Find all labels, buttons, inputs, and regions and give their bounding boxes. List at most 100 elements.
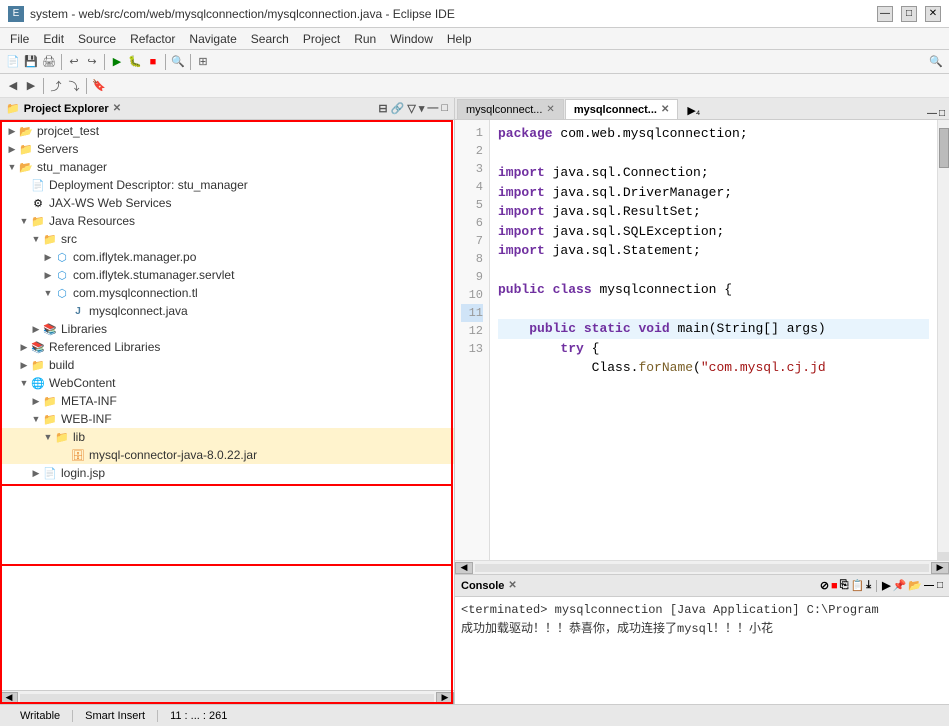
console-pin-icon[interactable]: 📌	[893, 579, 907, 592]
editor-tab-2[interactable]: mysqlconnect... ✕	[565, 99, 679, 119]
save-button[interactable]: 💾	[22, 53, 40, 71]
filter-icon[interactable]: ▽	[407, 102, 415, 115]
back-button[interactable]: ◀	[4, 77, 22, 95]
minimize-button[interactable]: —	[877, 6, 893, 22]
menu-project[interactable]: Project	[297, 30, 346, 48]
toolbar-sep-3	[165, 54, 166, 70]
project-tree[interactable]: ▶ 📂 projcet_test ▶ 📁 Servers ▼ 📂 stu_man…	[0, 120, 454, 690]
search-icon[interactable]: 🔍	[927, 53, 945, 71]
editor-minimize-icon[interactable]: —	[927, 108, 937, 119]
menu-source[interactable]: Source	[72, 30, 122, 48]
tree-item-pkg1[interactable]: ▶ ⬡ com.iflytek.manager.po	[0, 248, 454, 266]
menu-file[interactable]: File	[4, 30, 35, 48]
tree-arrow: ▶	[30, 396, 42, 407]
menu-run[interactable]: Run	[348, 30, 382, 48]
folder-icon: 📁	[42, 394, 58, 408]
tree-item-libraries[interactable]: ▶ 📚 Libraries	[0, 320, 454, 338]
scroll-right[interactable]: ▶	[436, 692, 454, 704]
console-minimize-icon[interactable]: —	[924, 580, 934, 591]
code-editor[interactable]: 1 2 3 4 5 6 7 8 9 10 11 12 13 package co…	[455, 120, 949, 560]
tree-item-servers[interactable]: ▶ 📁 Servers	[0, 140, 454, 158]
tree-arrow: ▶	[18, 342, 30, 353]
tab-close-1[interactable]: ✕	[546, 104, 554, 115]
tab-label-1: mysqlconnect...	[466, 104, 542, 116]
tree-item-projcet-test[interactable]: ▶ 📂 projcet_test	[0, 122, 454, 140]
status-insert-mode: Smart Insert	[73, 710, 158, 722]
tree-item-lib[interactable]: ▼ 📁 lib	[0, 428, 454, 446]
console-scroll-end-icon[interactable]: ⤓	[866, 579, 871, 592]
tree-item-meta-inf[interactable]: ▶ 📁 META-INF	[0, 392, 454, 410]
scrollbar-thumb[interactable]	[939, 128, 949, 168]
tree-item-deployment[interactable]: 📄 Deployment Descriptor: stu_manager	[0, 176, 454, 194]
console-paste-icon[interactable]: 📋	[851, 579, 865, 592]
maximize-button[interactable]: □	[901, 6, 917, 22]
debug-button[interactable]: 🐛	[126, 53, 144, 71]
horizontal-scroll-indicator	[938, 552, 949, 560]
navigate-button[interactable]: ⤴	[47, 77, 65, 95]
close-button[interactable]: ✕	[925, 6, 941, 22]
menu-search[interactable]: Search	[245, 30, 295, 48]
menu-refactor[interactable]: Refactor	[124, 30, 181, 48]
code-content[interactable]: package com.web.mysqlconnection; import …	[490, 120, 937, 560]
tab-overflow-button[interactable]: ▶₄	[683, 102, 704, 119]
editor-maximize-icon[interactable]: □	[939, 108, 945, 119]
console-header: Console ✕ ⊘ ■ ⎘ 📋 ⤓ ▶ 📌 📂 — □	[455, 575, 949, 597]
tree-item-build[interactable]: ▶ 📁 build	[0, 356, 454, 374]
console-maximize-icon[interactable]: □	[937, 580, 943, 591]
tree-label: com.iflytek.stumanager.servlet	[73, 268, 234, 282]
new-button[interactable]: 📄	[4, 53, 22, 71]
minimize-panel-icon[interactable]: —	[427, 102, 438, 115]
scroll-right-editor[interactable]: ▶	[931, 562, 949, 574]
tree-label: com.mysqlconnection.tl	[73, 286, 198, 300]
libraries-icon: 📚	[42, 322, 58, 336]
maximize-panel-icon[interactable]: □	[441, 102, 448, 115]
tab-close-2[interactable]: ✕	[661, 104, 669, 115]
editor-hscrollbar[interactable]: ◀ ▶	[455, 560, 949, 574]
view-menu-icon[interactable]: ▾	[419, 102, 425, 115]
tree-item-pkg2[interactable]: ▶ ⬡ com.iflytek.stumanager.servlet	[0, 266, 454, 284]
console-copy-icon[interactable]: ⎘	[840, 579, 849, 592]
undo-button[interactable]: ↩	[65, 53, 83, 71]
search-button[interactable]: 🔍	[169, 53, 187, 71]
menu-edit[interactable]: Edit	[37, 30, 70, 48]
tree-item-mysql-jar[interactable]: 🗄 mysql-connector-java-8.0.22.jar	[0, 446, 454, 464]
menu-help[interactable]: Help	[441, 30, 478, 48]
tree-item-stu-manager[interactable]: ▼ 📂 stu_manager	[0, 158, 454, 176]
scroll-track-editor[interactable]	[475, 564, 929, 572]
tree-item-pkg3[interactable]: ▼ ⬡ com.mysqlconnection.tl	[0, 284, 454, 302]
tree-item-src[interactable]: ▼ 📁 src	[0, 230, 454, 248]
tree-item-webcontent[interactable]: ▼ 🌐 WebContent	[0, 374, 454, 392]
scroll-track[interactable]	[20, 694, 434, 702]
tree-item-java-resources[interactable]: ▼ 📁 Java Resources	[0, 212, 454, 230]
forward-button[interactable]: ▶	[22, 77, 40, 95]
tree-scrollbar[interactable]: ◀ ▶	[0, 690, 454, 704]
scroll-left-editor[interactable]: ◀	[455, 562, 473, 574]
tree-item-referenced-libraries[interactable]: ▶ 📚 Referenced Libraries	[0, 338, 454, 356]
perspective-button[interactable]: ⊞	[194, 53, 212, 71]
console-new-icon[interactable]: ▶	[882, 579, 890, 592]
scroll-left[interactable]: ◀	[0, 692, 18, 704]
tree-item-jaxws[interactable]: ⚙ JAX-WS Web Services	[0, 194, 454, 212]
redo-button[interactable]: ↪	[83, 53, 101, 71]
navigate2-button[interactable]: ⤵	[65, 77, 83, 95]
tree-item-mysqlconnect[interactable]: J mysqlconnect.java	[0, 302, 454, 320]
tree-item-login-jsp[interactable]: ▶ 📄 login.jsp	[0, 464, 454, 482]
console-open-icon[interactable]: 📂	[908, 579, 922, 592]
menu-navigate[interactable]: Navigate	[183, 30, 242, 48]
editor-scrollbar[interactable]	[937, 120, 949, 560]
tree-arrow: ▶	[42, 252, 54, 263]
tree-label: JAX-WS Web Services	[49, 196, 171, 210]
link-editor-icon[interactable]: 🔗	[391, 102, 405, 115]
run-button[interactable]: ▶	[108, 53, 126, 71]
editor-tab-1[interactable]: mysqlconnect... ✕	[457, 99, 564, 119]
collapse-all-icon[interactable]: ⊟	[378, 102, 387, 115]
code-line-1: package com.web.mysqlconnection;	[498, 124, 929, 144]
menu-window[interactable]: Window	[384, 30, 439, 48]
tree-item-web-inf[interactable]: ▼ 📁 WEB-INF	[0, 410, 454, 428]
stop-button[interactable]: ■	[144, 53, 162, 71]
console-clear-icon[interactable]: ⊘	[820, 579, 829, 592]
console-stop-icon[interactable]: ■	[831, 580, 838, 592]
bookmark-button[interactable]: 🔖	[90, 77, 108, 95]
tree-label: lib	[73, 430, 85, 444]
print-button[interactable]: 🖨	[40, 53, 58, 71]
